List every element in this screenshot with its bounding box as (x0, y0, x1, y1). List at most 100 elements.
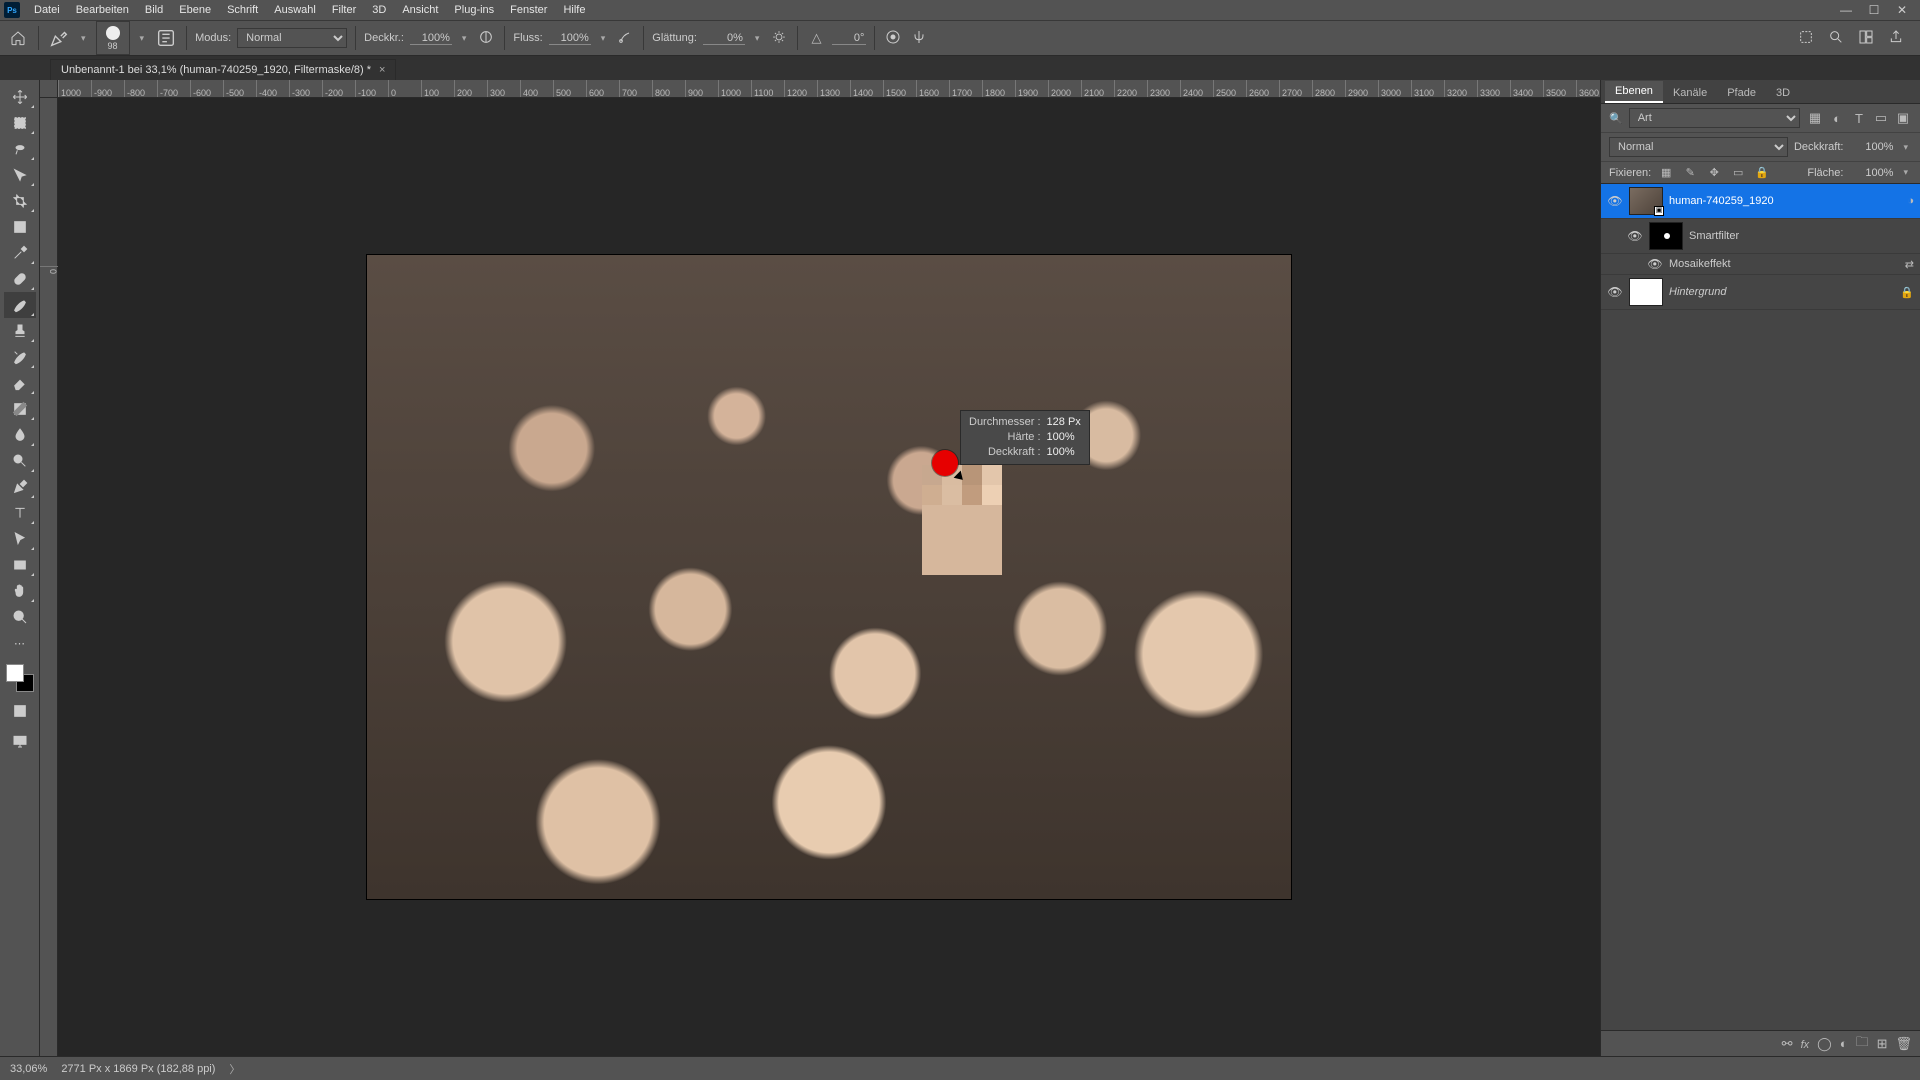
lock-position-icon[interactable]: ✥ (1705, 166, 1723, 179)
new-layer-icon[interactable]: ⊞ (1877, 1036, 1888, 1052)
lock-transparent-icon[interactable]: ▦ (1657, 166, 1675, 179)
layer-thumbnail[interactable]: ▣ (1629, 187, 1663, 215)
menu-ebene[interactable]: Ebene (171, 2, 219, 18)
menu-plug-ins[interactable]: Plug-ins (446, 2, 502, 18)
layer-name[interactable]: human-740259_1920 (1669, 195, 1901, 207)
menu-filter[interactable]: Filter (324, 2, 364, 18)
edit-toolbar[interactable]: ⋯ (4, 630, 36, 656)
window-minimize[interactable]: — (1832, 3, 1860, 17)
link-layers-icon[interactable]: ⚯ (1782, 1036, 1793, 1052)
blend-mode-select[interactable]: Normal (237, 28, 347, 48)
flow-chevron[interactable]: ▾ (597, 33, 610, 44)
horizontal-ruler[interactable]: 1000-900-800-700-600-500-400-300-200-100… (58, 80, 1600, 98)
layer-row[interactable]: 👁 Mosaikeffekt ⇄ (1601, 254, 1920, 275)
filter-shape-icon[interactable]: ▭ (1872, 109, 1890, 127)
group-icon[interactable]: 🗀 (1856, 1033, 1869, 1055)
home-button[interactable] (6, 26, 30, 50)
type-tool[interactable] (4, 500, 36, 526)
blur-tool[interactable] (4, 422, 36, 448)
menu-hilfe[interactable]: Hilfe (555, 2, 593, 18)
crop-tool[interactable] (4, 188, 36, 214)
menu-schrift[interactable]: Schrift (219, 2, 266, 18)
tab-pfade[interactable]: Pfade (1717, 83, 1766, 103)
layer-row[interactable]: 👁 ▣ human-740259_1920 ◑ (1601, 184, 1920, 219)
frame-tool[interactable] (4, 214, 36, 240)
color-swatches[interactable] (6, 664, 34, 692)
menu-datei[interactable]: Datei (26, 2, 68, 18)
marquee-tool[interactable] (4, 110, 36, 136)
menu-3d[interactable]: 3D (364, 2, 394, 18)
layer-mask-icon[interactable]: ◯ (1817, 1036, 1832, 1052)
screen-mode-toggle[interactable] (4, 728, 36, 754)
menu-bearbeiten[interactable]: Bearbeiten (68, 2, 137, 18)
select-subject-icon[interactable] (1796, 29, 1816, 48)
move-tool[interactable] (4, 84, 36, 110)
lock-artboard-icon[interactable]: ▭ (1729, 166, 1747, 179)
menu-auswahl[interactable]: Auswahl (266, 2, 324, 18)
share-icon[interactable] (1886, 29, 1906, 48)
tab-ebenen[interactable]: Ebenen (1605, 81, 1663, 103)
canvas[interactable]: Durchmesser :128 Px Härte :100% Deckkraf… (58, 98, 1600, 1056)
pressure-opacity-icon[interactable] (476, 29, 496, 48)
vertical-ruler[interactable]: 0 (40, 98, 58, 1056)
smoothing-chevron[interactable]: ▾ (751, 33, 764, 44)
filter-mask-thumbnail[interactable] (1649, 222, 1683, 250)
eyedropper-tool[interactable] (4, 240, 36, 266)
layer-name[interactable]: Smartfilter (1689, 230, 1914, 242)
filter-smart-icon[interactable]: ▣ (1894, 109, 1912, 127)
airbrush-icon[interactable] (615, 29, 635, 48)
doc-info[interactable]: 2771 Px x 1869 Px (182,88 ppi) (61, 1063, 215, 1075)
layer-row[interactable]: 👁 Smartfilter (1601, 219, 1920, 254)
layer-row[interactable]: 👁 Hintergrund 🔒 (1601, 275, 1920, 310)
healing-tool[interactable] (4, 266, 36, 292)
stamp-tool[interactable] (4, 318, 36, 344)
menu-fenster[interactable]: Fenster (502, 2, 555, 18)
layer-opacity-chevron[interactable]: ▾ (1899, 142, 1912, 153)
visibility-toggle[interactable]: 👁 (1647, 257, 1663, 271)
tab-kanaele[interactable]: Kanäle (1663, 83, 1717, 103)
angle-icon[interactable]: △ (806, 30, 826, 46)
layer-filter-select[interactable]: Art (1629, 108, 1800, 128)
window-close[interactable]: ✕ (1888, 3, 1916, 17)
foreground-color-swatch[interactable] (6, 664, 24, 682)
lock-all-icon[interactable]: 🔒 (1753, 166, 1771, 179)
layer-blend-select[interactable]: Normal (1609, 137, 1788, 157)
window-maximize[interactable]: ☐ (1860, 3, 1888, 17)
gradient-tool[interactable] (4, 396, 36, 422)
path-select-tool[interactable] (4, 526, 36, 552)
pressure-size-icon[interactable] (883, 29, 903, 48)
quick-mask-toggle[interactable] (4, 698, 36, 724)
tool-preset-picker[interactable] (47, 26, 71, 50)
flow-input[interactable] (549, 32, 591, 45)
visibility-toggle[interactable]: 👁 (1607, 194, 1623, 208)
tool-preset-chevron[interactable]: ▾ (77, 33, 90, 44)
filter-image-icon[interactable]: ▦ (1806, 109, 1824, 127)
adjustment-layer-icon[interactable]: ◐ (1840, 1036, 1848, 1051)
quick-select-tool[interactable] (4, 162, 36, 188)
tab-3d[interactable]: 3D (1766, 83, 1800, 103)
layer-fx-icon[interactable]: fx (1801, 1036, 1810, 1051)
rectangle-tool[interactable] (4, 552, 36, 578)
document-tab[interactable]: Unbenannt-1 bei 33,1% (human-740259_1920… (50, 59, 396, 80)
filter-edit-icon[interactable]: ⇄ (1905, 258, 1914, 271)
status-chevron[interactable]: 〉 (229, 1061, 240, 1077)
search-icon[interactable]: 🔍 (1609, 112, 1623, 125)
hand-tool[interactable] (4, 578, 36, 604)
pen-tool[interactable] (4, 474, 36, 500)
fill-input[interactable] (1849, 167, 1893, 179)
menu-bild[interactable]: Bild (137, 2, 171, 18)
lock-indicator-icon[interactable]: 🔒 (1900, 286, 1914, 299)
lasso-tool[interactable] (4, 136, 36, 162)
workspace-icon[interactable] (1856, 29, 1876, 48)
layer-opacity-input[interactable] (1849, 141, 1893, 153)
tab-close-icon[interactable]: × (379, 64, 385, 76)
document-image[interactable]: Durchmesser :128 Px Härte :100% Deckkraf… (367, 255, 1291, 899)
dodge-tool[interactable] (4, 448, 36, 474)
fill-chevron[interactable]: ▾ (1899, 167, 1912, 178)
smoothing-input[interactable] (703, 32, 745, 45)
opacity-chevron[interactable]: ▾ (458, 33, 471, 44)
zoom-tool[interactable] (4, 604, 36, 630)
symmetry-icon[interactable] (909, 29, 929, 48)
brush-settings-icon[interactable] (154, 26, 178, 50)
layer-name[interactable]: Hintergrund (1669, 286, 1894, 298)
